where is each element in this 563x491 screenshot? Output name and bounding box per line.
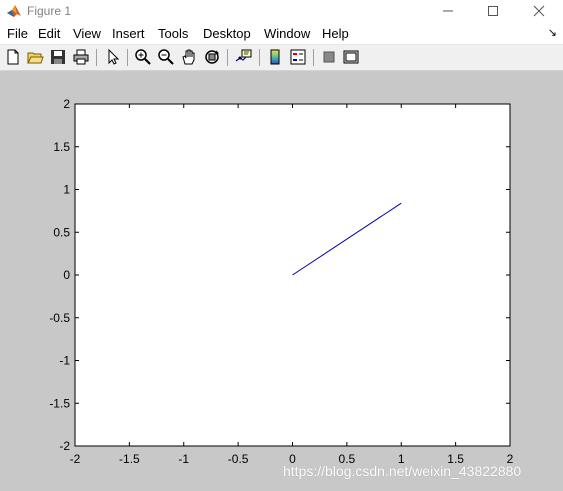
y-tick-label: 1.5 <box>53 140 70 154</box>
close-button[interactable] <box>516 0 562 22</box>
toolbar-separator <box>227 49 228 66</box>
menu-edit[interactable]: Edit <box>38 26 60 41</box>
y-tick-label: 1 <box>63 183 70 197</box>
x-tick-label: -1.5 <box>119 452 140 466</box>
toolbar-separator <box>96 49 97 66</box>
menu-view[interactable]: View <box>73 26 101 41</box>
toolbar-separator <box>259 49 260 66</box>
minimize-button[interactable] <box>425 0 471 22</box>
show-plot-tools-icon[interactable] <box>342 48 360 66</box>
matlab-logo-icon <box>7 5 21 17</box>
pan-icon[interactable] <box>180 48 198 66</box>
new-figure-icon[interactable] <box>4 48 22 66</box>
title-bar[interactable]: Figure 1 <box>0 0 563 22</box>
menu-bar: File Edit View Insert Tools Desktop Wind… <box>0 22 563 45</box>
x-tick-label: -1 <box>178 452 189 466</box>
zoom-in-icon[interactable] <box>134 48 152 66</box>
save-figure-icon[interactable] <box>49 48 67 66</box>
toolbar-separator <box>127 49 128 66</box>
watermark-text: https://blog.csdn.net/weixin_43822880 <box>283 463 522 479</box>
close-icon <box>533 5 545 17</box>
dock-arrow-icon[interactable]: ↘ <box>548 26 557 39</box>
y-tick-label: 2 <box>63 97 70 111</box>
hide-plot-tools-icon[interactable] <box>320 48 338 66</box>
maximize-button[interactable] <box>470 0 516 22</box>
menu-window[interactable]: Window <box>264 26 310 41</box>
zoom-out-icon[interactable] <box>157 48 175 66</box>
menu-insert[interactable]: Insert <box>112 26 145 41</box>
insert-colorbar-icon[interactable] <box>266 48 284 66</box>
rotate-3d-icon[interactable] <box>203 48 221 66</box>
x-tick-label: -2 <box>70 452 81 466</box>
menu-file[interactable]: File <box>7 26 28 41</box>
y-tick-label: 0.5 <box>53 225 70 239</box>
y-tick-label: -0.5 <box>49 311 70 325</box>
data-cursor-icon[interactable] <box>234 48 252 66</box>
figure-toolbar <box>0 45 563 71</box>
y-tick-label: -2 <box>59 439 70 453</box>
edit-plot-icon[interactable] <box>104 48 122 66</box>
insert-legend-icon[interactable] <box>289 48 307 66</box>
menu-tools[interactable]: Tools <box>158 26 188 41</box>
plot-axes[interactable]: -2 -1.5 -1 -0.5 0 0.5 1 1.5 221.510.50-0.5-1-1.5… <box>0 71 563 491</box>
y-tick-label: -1.5 <box>49 396 70 410</box>
menu-desktop[interactable]: Desktop <box>203 26 251 41</box>
print-figure-icon[interactable] <box>72 48 90 66</box>
menu-help[interactable]: Help <box>322 26 349 41</box>
maximize-icon <box>488 6 498 16</box>
toolbar-separator <box>313 49 314 66</box>
minimize-icon <box>443 10 453 12</box>
y-tick-label: 0 <box>63 268 70 282</box>
y-tick-label: -1 <box>59 354 70 368</box>
figure-canvas[interactable]: -2 -1.5 -1 -0.5 0 0.5 1 1.5 2 2 1.5 1 0.5 0 -0.5 -1 -1.5… <box>0 71 563 491</box>
window-title: Figure 1 <box>27 4 72 18</box>
x-tick-label: -0.5 <box>228 452 249 466</box>
open-file-icon[interactable] <box>26 48 44 66</box>
